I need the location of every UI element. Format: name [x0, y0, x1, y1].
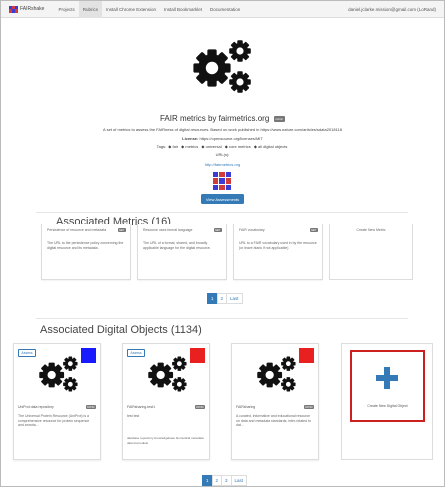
tag-label: fair: [172, 144, 179, 149]
nav-install-bookmarklet[interactable]: Install Bookmarklet: [160, 1, 206, 18]
digital-object-card[interactable]: Assess UniProt data repository FROM The …: [13, 343, 101, 460]
object-description: A curated, informative and educational r…: [236, 414, 311, 427]
divider: [36, 212, 408, 213]
highlight-box: Create New Digital Object: [350, 350, 425, 422]
metric-description: The URL to the persistence policy concer…: [47, 241, 124, 250]
create-new-digital-object-card[interactable]: Create New Digital Object: [341, 343, 433, 460]
divider: [36, 318, 408, 319]
tag-icon: ◆: [181, 144, 185, 149]
object-badge: FROM: [85, 405, 96, 409]
view-assessments-button[interactable]: View Assessments: [201, 194, 244, 204]
object-badge: FROM: [303, 405, 314, 409]
rubric-description: A set of metrics to assess the FAIRness …: [103, 127, 342, 132]
nav-projects[interactable]: Projects: [54, 1, 78, 18]
navbar: FAIRshake Projects Rubrics Install Chrom…: [1, 0, 444, 18]
metric-badge: MET: [309, 228, 318, 232]
gears-icon: [193, 40, 251, 93]
assess-button[interactable]: Assess: [127, 349, 145, 357]
digital-object-card[interactable]: Assess FAIRsharing-test1 FROM test test …: [122, 343, 210, 460]
page-last[interactable]: Last: [230, 475, 248, 486]
rubric-tags: Tags: ◆ fair ◆ metrics ◆ universal ◆ cor…: [0, 144, 445, 149]
tag-item[interactable]: ◆ all digital objects: [254, 144, 288, 149]
tag-label: universal: [205, 144, 222, 149]
metric-title: FAIR vocabulary: [239, 228, 265, 232]
metric-description: The URL of a formal, shared, and broadly…: [143, 241, 211, 250]
create-new-metric-label: Create New Metric: [356, 228, 386, 232]
tag-item[interactable]: ◆ universal: [201, 144, 221, 149]
rubric-url-link[interactable]: http://fairmetrics.org: [0, 162, 445, 167]
tag-item[interactable]: ◆ fair: [168, 144, 178, 149]
tag-label: core metrics: [228, 144, 251, 149]
create-new-digital-object-label: Create New Digital Object: [367, 404, 408, 408]
metric-title: Resource uses formal language: [143, 228, 193, 232]
rubric-title: FAIR metrics by fairmetrics.org: [159, 114, 270, 123]
object-title: FAIRsharing-test1: [127, 405, 156, 409]
tag-label: metrics: [185, 144, 199, 149]
rubric-insignia: [213, 172, 231, 190]
tag-item[interactable]: ◆ core metrics: [225, 144, 251, 149]
object-insignia: [190, 348, 205, 363]
tags-label: Tags:: [156, 144, 167, 149]
objects-pagination: 1 2 3 Last: [202, 475, 248, 486]
license-label: License:: [182, 136, 199, 141]
gears-icon: [257, 356, 296, 392]
metric-badge: MET: [117, 228, 126, 232]
tag-item[interactable]: ◆ metrics: [181, 144, 198, 149]
page-last[interactable]: Last: [226, 293, 243, 304]
rubric-license: License: https://opensource.org/licenses…: [0, 136, 445, 141]
object-title: UniProt data repository: [18, 405, 54, 409]
brand-name: FAIRshake: [20, 6, 45, 12]
brand-logo-icon: [9, 5, 18, 13]
object-insignia: [299, 348, 314, 363]
metric-title: Persistence of resource and metadata: [47, 228, 107, 232]
metric-badge: MET: [213, 228, 222, 232]
object-title: FAIRsharing: [236, 405, 256, 409]
create-new-metric-card[interactable]: Create New Metric: [329, 224, 413, 280]
tag-label: all digital objects: [258, 144, 288, 149]
object-description: test test: [127, 414, 140, 418]
tag-icon: ◆: [168, 144, 172, 149]
tag-icon: ◆: [224, 144, 228, 149]
objects-heading: Associated Digital Objects (1134): [40, 324, 202, 336]
tag-icon: ◆: [201, 144, 205, 149]
object-tags: database repository knowledgebase biomed…: [127, 436, 204, 445]
rubric-badge: rubric: [273, 115, 286, 122]
object-insignia: [81, 348, 96, 363]
object-description: The Universal Protein Resource (UniProt)…: [18, 414, 90, 427]
gears-icon: [148, 356, 187, 392]
metric-card[interactable]: Persistence of resource and metadata MET…: [41, 224, 131, 280]
license-value: https://opensource.org/licenses/MIT: [199, 136, 263, 141]
digital-object-card[interactable]: Assess FAIRsharing FROM A curated, infor…: [231, 343, 319, 460]
metric-card[interactable]: Resource uses formal language MET The UR…: [137, 224, 227, 280]
metrics-pagination: 1 2 Last: [207, 293, 243, 304]
urls-label: URL(s):: [215, 152, 230, 157]
nav-documentation[interactable]: Documentation: [206, 1, 244, 18]
nav-install-chrome-extension[interactable]: Install Chrome Extension: [102, 1, 160, 18]
gears-icon: [39, 356, 78, 392]
nav-user-menu[interactable]: daniel.jclarke.mission@gmail.com (LoRand…: [348, 7, 436, 12]
rubric-title-row: FAIR metrics by fairmetrics.org rubric: [0, 114, 445, 123]
assess-button[interactable]: Assess: [18, 349, 36, 357]
nav-rubrics[interactable]: Rubrics: [78, 0, 102, 18]
metric-description: URL to a FAIR vocabulary used in by the …: [239, 241, 317, 250]
object-badge: FROM: [194, 405, 205, 409]
metric-card[interactable]: FAIR vocabulary MET URL to a FAIR vocabu…: [233, 224, 323, 280]
tag-icon: ◆: [253, 144, 257, 149]
brand[interactable]: FAIRshake: [9, 5, 45, 13]
plus-icon: [376, 367, 398, 389]
